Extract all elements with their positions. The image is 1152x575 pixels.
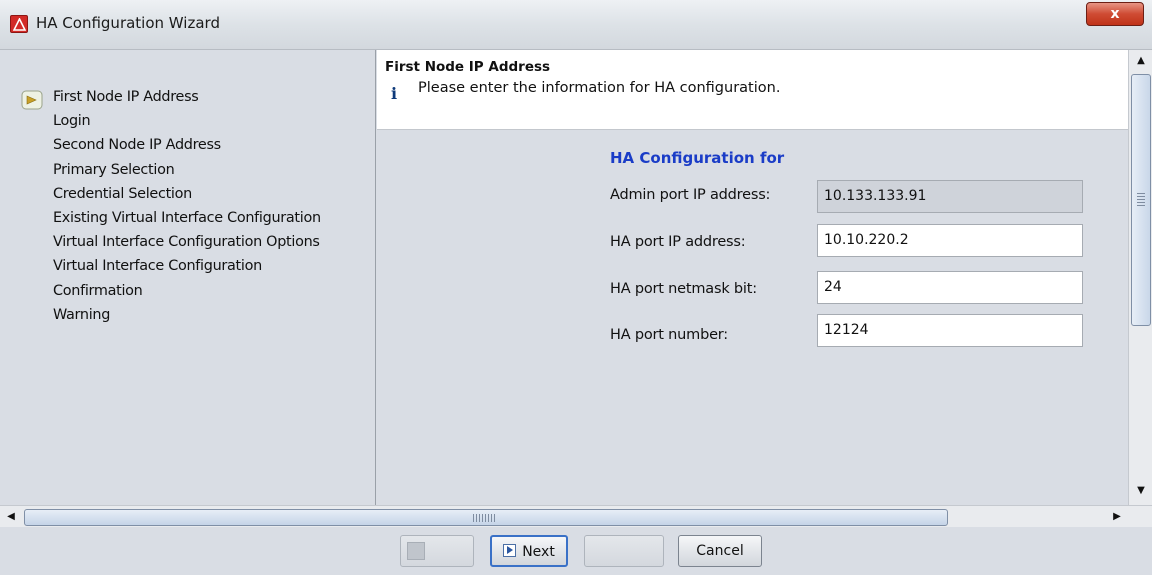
title-bar: HA Configuration Wizard x xyxy=(0,0,1152,50)
ha-port-number-label: HA port number: xyxy=(610,327,728,343)
step-item: Warning xyxy=(53,306,111,323)
vertical-scrollbar[interactable]: ▲ ▼ xyxy=(1128,50,1152,505)
current-step-arrow-icon xyxy=(21,90,43,114)
ha-port-netmask-label: HA port netmask bit: xyxy=(610,281,757,297)
scroll-down-arrow-icon[interactable]: ▼ xyxy=(1129,480,1152,502)
page-title: First Node IP Address xyxy=(385,59,551,75)
cancel-button[interactable]: Cancel xyxy=(678,535,762,567)
admin-port-ip-field: 10.133.133.91 xyxy=(817,180,1083,213)
horizontal-scrollbar[interactable]: ◀ ▶ xyxy=(0,505,1152,527)
grip-icon xyxy=(473,514,495,522)
form-title: HA Configuration for xyxy=(610,149,785,167)
vertical-scroll-thumb[interactable] xyxy=(1131,74,1151,326)
scroll-right-arrow-icon[interactable]: ▶ xyxy=(1106,506,1128,528)
finish-button xyxy=(584,535,664,567)
next-button-label: Next xyxy=(522,544,555,560)
page-header: First Node IP Address i Please enter the… xyxy=(377,50,1128,130)
ha-port-ip-field[interactable]: 10.10.220.2 xyxy=(817,224,1083,257)
warning-triangle-icon xyxy=(10,15,28,33)
window-title: HA Configuration Wizard xyxy=(36,14,220,32)
back-button xyxy=(400,535,474,567)
step-item: Credential Selection xyxy=(53,185,192,202)
info-icon: i xyxy=(391,84,398,103)
step-item: Second Node IP Address xyxy=(53,137,221,154)
horizontal-scroll-thumb[interactable] xyxy=(24,509,948,526)
step-item: First Node IP Address xyxy=(53,89,199,105)
next-button[interactable]: Next xyxy=(490,535,568,567)
scroll-left-arrow-icon[interactable]: ◀ xyxy=(0,506,22,528)
step-list-panel: First Node IP Address Login Second Node … xyxy=(0,50,376,505)
step-item: Existing Virtual Interface Configuration xyxy=(53,209,321,226)
step-item: Primary Selection xyxy=(53,161,175,178)
ha-port-ip-label: HA port IP address: xyxy=(610,234,746,250)
wizard-window: HA Configuration Wizard x First Node IP … xyxy=(0,0,1152,575)
step-item: Confirmation xyxy=(53,282,143,299)
step-list: First Node IP Address Login Second Node … xyxy=(53,85,321,327)
page-description: Please enter the information for HA conf… xyxy=(418,80,781,96)
admin-port-ip-label: Admin port IP address: xyxy=(610,187,771,203)
back-arrow-icon xyxy=(407,542,425,560)
grip-icon xyxy=(1137,193,1145,207)
wizard-content: First Node IP Address i Please enter the… xyxy=(377,50,1128,505)
step-item: Virtual Interface Configuration xyxy=(53,258,262,275)
ha-port-number-field[interactable]: 12124 xyxy=(817,314,1083,347)
button-bar: Next Cancel xyxy=(0,527,1152,575)
play-arrow-icon xyxy=(503,544,517,557)
step-item: Login xyxy=(53,113,91,130)
scroll-up-arrow-icon[interactable]: ▲ xyxy=(1129,50,1152,72)
ha-port-netmask-field[interactable]: 24 xyxy=(817,271,1083,304)
close-button[interactable]: x xyxy=(1086,2,1144,26)
step-item: Virtual Interface Configuration Options xyxy=(53,234,320,251)
